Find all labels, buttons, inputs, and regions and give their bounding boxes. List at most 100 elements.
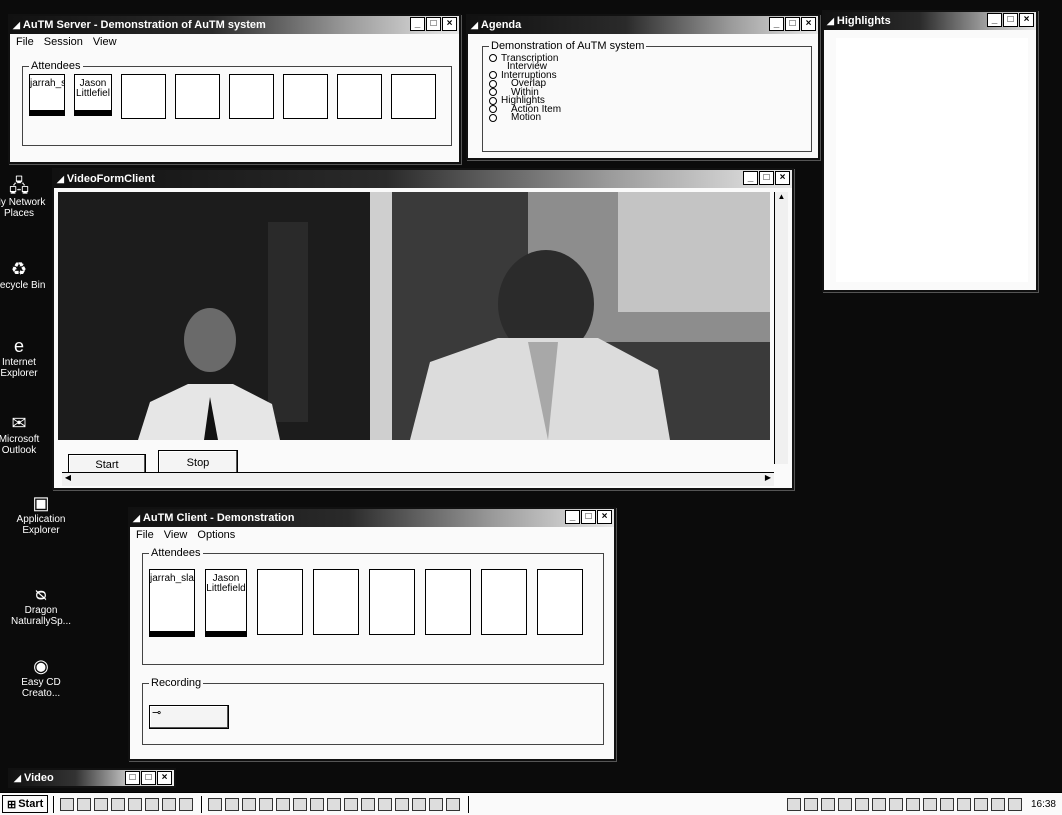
attendee-slot-empty[interactable] (391, 74, 436, 119)
radio-button[interactable] (489, 71, 497, 80)
taskbar-window-button[interactable] (276, 797, 291, 811)
close-button[interactable]: × (1019, 13, 1034, 27)
attendee-card[interactable]: jarrah_sladek (29, 74, 65, 116)
attendee-card[interactable]: jarrah_sladek_2nd (149, 569, 195, 637)
taskbar-window-button[interactable] (395, 797, 410, 811)
attendee-card[interactable]: Jason Littlefield (205, 569, 247, 637)
taskbar-window-button[interactable] (310, 797, 325, 811)
minimize-button[interactable]: _ (987, 13, 1002, 27)
attendee-slot-empty[interactable] (369, 569, 415, 635)
close-button[interactable]: × (801, 17, 816, 31)
close-button[interactable]: × (157, 771, 172, 785)
taskbar-window-button[interactable] (344, 797, 359, 811)
tray-icon[interactable] (786, 797, 801, 811)
highlights-list[interactable] (836, 38, 1028, 282)
quick-launch-icon[interactable] (60, 797, 75, 811)
desktop-icon-dragon[interactable]: ᴓ Dragon NaturallySp... (8, 583, 74, 627)
maximize-button[interactable]: □ (1003, 13, 1018, 27)
tray-icon[interactable] (837, 797, 852, 811)
tray-icon[interactable] (854, 797, 869, 811)
desktop-icon-outlook[interactable]: ✉ Microsoft Outlook (0, 412, 52, 456)
desktop-icon-easy-cd[interactable]: ◉ Easy CD Creato... (8, 655, 74, 699)
attendee-slot-empty[interactable] (425, 569, 471, 635)
minimized-video-window[interactable]: ◢ Video □ □ × (8, 768, 176, 788)
tray-icon[interactable] (922, 797, 937, 811)
taskbar-window-button[interactable] (225, 797, 240, 811)
close-button[interactable]: × (775, 171, 790, 185)
taskbar-window-button[interactable] (378, 797, 393, 811)
quick-launch-icon[interactable] (111, 797, 126, 811)
scroll-up-arrow-icon[interactable]: ▲ (775, 192, 788, 204)
clock[interactable]: 16:38 (1031, 799, 1056, 810)
maximize-button[interactable]: □ (581, 510, 596, 524)
tray-icon[interactable] (871, 797, 886, 811)
tray-icon[interactable] (1007, 797, 1022, 811)
tray-icon[interactable] (990, 797, 1005, 811)
quick-launch-icon[interactable] (128, 797, 143, 811)
server-title-bar[interactable]: ◢ AuTM Server - Demonstration of AuTM sy… (10, 16, 459, 34)
tray-icon[interactable] (956, 797, 971, 811)
taskbar-window-button[interactable] (361, 797, 376, 811)
tray-icon[interactable] (888, 797, 903, 811)
radio-button[interactable] (489, 54, 497, 63)
attendee-card[interactable]: Jason Littlefiel (74, 74, 112, 116)
tray-icon[interactable] (803, 797, 818, 811)
desktop-icon-application-explorer[interactable]: ▣ Application Explorer (8, 492, 74, 536)
maximize-button[interactable]: □ (759, 171, 774, 185)
agenda-title-bar[interactable]: ◢ Agenda _ □ × (468, 16, 818, 34)
taskbar-window-button[interactable] (242, 797, 257, 811)
scroll-right-arrow-icon[interactable]: ▶ (762, 473, 774, 482)
radio-button[interactable] (489, 105, 497, 114)
attendee-slot-empty[interactable] (229, 74, 274, 119)
menu-view[interactable]: View (164, 529, 188, 541)
menu-session[interactable]: Session (44, 36, 83, 48)
desktop-icon-network[interactable]: 🖧 My Network Places (0, 175, 52, 219)
taskbar-window-button[interactable] (429, 797, 444, 811)
radio-button[interactable] (489, 113, 497, 122)
taskbar-window-button[interactable] (327, 797, 342, 811)
vertical-scrollbar[interactable]: ▲ (774, 192, 788, 464)
minimize-button[interactable]: _ (565, 510, 580, 524)
restore-button[interactable]: □ (125, 771, 140, 785)
attendee-slot-empty[interactable] (537, 569, 583, 635)
scroll-left-arrow-icon[interactable]: ◀ (62, 473, 74, 482)
start-button[interactable]: ⊞ Start (2, 795, 49, 813)
attendee-slot-empty[interactable] (121, 74, 166, 119)
close-button[interactable]: × (597, 510, 612, 524)
radio-button[interactable] (489, 96, 497, 105)
minimize-button[interactable]: _ (743, 171, 758, 185)
record-button[interactable]: ⊸ (149, 705, 229, 729)
agenda-item[interactable]: Motion (489, 113, 805, 123)
tray-icon[interactable] (973, 797, 988, 811)
minimize-button[interactable]: _ (410, 17, 425, 31)
quick-launch-icon[interactable] (179, 797, 194, 811)
horizontal-scrollbar[interactable]: ◀ ▶ (62, 472, 774, 486)
attendee-slot-empty[interactable] (313, 569, 359, 635)
taskbar-window-button[interactable] (446, 797, 461, 811)
minimize-button[interactable]: _ (769, 17, 784, 31)
maximize-button[interactable]: □ (141, 771, 156, 785)
close-button[interactable]: × (442, 17, 457, 31)
quick-launch-icon[interactable] (77, 797, 92, 811)
desktop-icon-internet-explorer[interactable]: e Internet Explorer (0, 335, 52, 379)
taskbar-window-button[interactable] (293, 797, 308, 811)
maximize-button[interactable]: □ (426, 17, 441, 31)
maximize-button[interactable]: □ (785, 17, 800, 31)
menu-file[interactable]: File (16, 36, 34, 48)
attendee-slot-empty[interactable] (257, 569, 303, 635)
attendee-slot-empty[interactable] (481, 569, 527, 635)
attendee-slot-empty[interactable] (283, 74, 328, 119)
desktop-icon-recycle-bin[interactable]: ♻ Recycle Bin (0, 258, 52, 291)
quick-launch-icon[interactable] (145, 797, 160, 811)
highlights-title-bar[interactable]: ◢ Highlights _ □ × (824, 12, 1036, 30)
radio-button[interactable] (489, 79, 497, 88)
video-title-bar[interactable]: ◢ VideoFormClient _ □ × (54, 170, 792, 188)
tray-icon[interactable] (820, 797, 835, 811)
tray-icon[interactable] (939, 797, 954, 811)
taskbar-window-button[interactable] (208, 797, 223, 811)
menu-view[interactable]: View (93, 36, 117, 48)
taskbar-window-button[interactable] (412, 797, 427, 811)
taskbar-window-button[interactable] (259, 797, 274, 811)
menu-file[interactable]: File (136, 529, 154, 541)
menu-options[interactable]: Options (197, 529, 235, 541)
